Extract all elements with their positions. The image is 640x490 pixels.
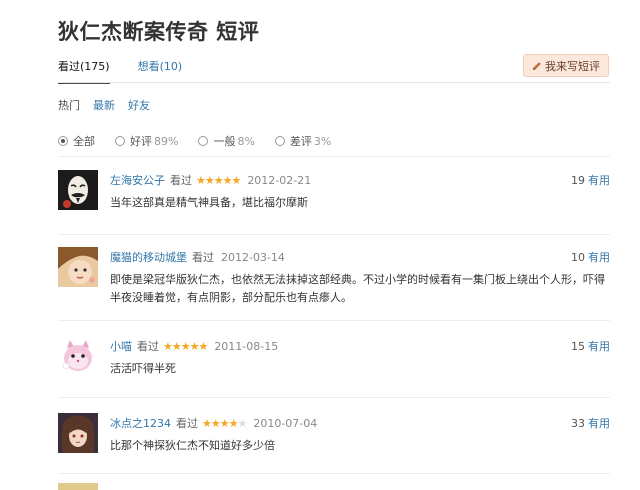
vote-count: 33 xyxy=(571,417,585,430)
comment-status: 看过 xyxy=(137,340,159,353)
girl-avatar[interactable] xyxy=(58,247,98,287)
comment-date: 2012-02-21 xyxy=(247,173,312,187)
comment-date: 2011-08-15 xyxy=(214,339,279,353)
radio-button[interactable] xyxy=(58,136,68,146)
useful-button[interactable]: 有用 xyxy=(588,417,610,430)
comment-date: 2012-03-14 xyxy=(221,250,285,264)
tab-want-to-watch[interactable]: 想看(10) xyxy=(138,58,183,84)
cat-avatar[interactable] xyxy=(58,336,98,376)
divider xyxy=(58,234,610,235)
avatar-partial xyxy=(58,483,98,490)
comment-text: 比那个神探狄仁杰不知道好多少倍 xyxy=(110,439,275,452)
comment-status: 看过 xyxy=(176,417,198,430)
radio-button[interactable] xyxy=(115,136,125,146)
filter-percent: 89% xyxy=(154,134,179,148)
filter-neutral[interactable]: 一般 8% xyxy=(198,133,255,149)
comment-header: 魔猫的移动城堡 看过 2012-03-14 xyxy=(110,249,285,265)
comment-header: 冰点之1234 看过 ★★★★★ 2010-07-04 xyxy=(110,415,317,431)
comment-header: 小喵 看过 ★★★★★ 2011-08-15 xyxy=(110,338,278,354)
comment-username[interactable]: 小喵 xyxy=(110,338,132,354)
comment-header: 左海安公子 看过 ★★★★★ 2012-02-21 xyxy=(110,172,311,188)
comment-status: 看过 xyxy=(170,174,192,187)
filter-label: 好评 xyxy=(130,135,152,148)
divider xyxy=(58,320,610,321)
anime-avatar[interactable] xyxy=(58,413,98,453)
useful-button[interactable]: 有用 xyxy=(588,251,610,264)
filter-all[interactable]: 全部 xyxy=(58,133,95,149)
useful-vote: 33 有用 xyxy=(571,415,610,431)
star-rating: ★★★★★ xyxy=(202,416,247,430)
filter-label: 全部 xyxy=(73,135,95,148)
tab-watched[interactable]: 看过(175) xyxy=(58,58,110,84)
star-rating: ★★★★★ xyxy=(196,173,241,187)
sort-latest[interactable]: 最新 xyxy=(93,97,115,113)
divider xyxy=(58,397,610,398)
comment-date: 2010-07-04 xyxy=(253,416,318,430)
comment-username[interactable]: 冰点之1234 xyxy=(110,415,171,431)
vote-count: 19 xyxy=(571,174,585,187)
comment-status: 看过 xyxy=(192,251,214,264)
write-review-button[interactable]: 我来写短评 xyxy=(523,54,609,77)
useful-vote: 10 有用 xyxy=(571,249,610,265)
sort-links: 热门 最新 好友 xyxy=(58,97,163,113)
tab-bar: 看过(175) 想看(10) xyxy=(58,58,210,84)
filter-positive[interactable]: 好评 89% xyxy=(115,133,178,149)
useful-button[interactable]: 有用 xyxy=(588,174,610,187)
star-rating: ★★★★★ xyxy=(163,339,208,353)
mask-avatar[interactable] xyxy=(58,170,98,210)
filter-percent: 3% xyxy=(313,134,332,148)
comment-item: 魔猫的移动城堡 看过 2012-03-14 10 有用 即使是梁冠华版狄仁杰，也依… xyxy=(58,247,610,327)
filter-label: 差评 xyxy=(289,135,312,148)
sort-hot[interactable]: 热门 xyxy=(58,97,80,113)
write-review-label: 我来写短评 xyxy=(545,59,600,73)
useful-button[interactable]: 有用 xyxy=(588,340,610,353)
comment-item: 小喵 看过 ★★★★★ 2011-08-15 15 有用 活活吓得半死 xyxy=(58,336,610,416)
comment-text: 活活吓得半死 xyxy=(110,362,176,375)
comment-item: 冰点之1234 看过 ★★★★★ 2010-07-04 33 有用 比那个神探狄仁… xyxy=(58,413,610,490)
filter-percent: 8% xyxy=(237,134,255,148)
filter-label: 一般 xyxy=(213,135,236,148)
divider xyxy=(58,156,610,157)
radio-button[interactable] xyxy=(198,136,209,146)
filter-negative[interactable]: 差评 3% xyxy=(274,133,332,149)
comment-text: 当年这部真是精气神具备，堪比福尔摩斯 xyxy=(110,196,308,209)
vote-count: 15 xyxy=(571,340,585,353)
divider xyxy=(58,473,610,474)
comment-username[interactable]: 左海安公子 xyxy=(110,172,165,188)
rating-filters: 全部 好评 89% 一般 8% 差评 3% xyxy=(58,133,351,149)
radio-button[interactable] xyxy=(274,136,285,146)
useful-vote: 19 有用 xyxy=(571,172,610,188)
useful-vote: 15 有用 xyxy=(571,338,610,354)
comment-item: 左海安公子 看过 ★★★★★ 2012-02-21 19 有用 当年这部真是精气神… xyxy=(58,170,610,250)
comment-text: 即使是梁冠华版狄仁杰，也依然无法抹掉这部经典。不过小学的时候看有一集门板上绕出个… xyxy=(110,273,605,304)
comment-username[interactable]: 魔猫的移动城堡 xyxy=(110,249,187,265)
tab-divider xyxy=(58,82,610,83)
sort-friends[interactable]: 好友 xyxy=(128,97,150,113)
page-title: 狄仁杰断案传奇 短评 xyxy=(58,20,260,44)
pencil-icon xyxy=(532,61,542,71)
vote-count: 10 xyxy=(571,251,585,264)
